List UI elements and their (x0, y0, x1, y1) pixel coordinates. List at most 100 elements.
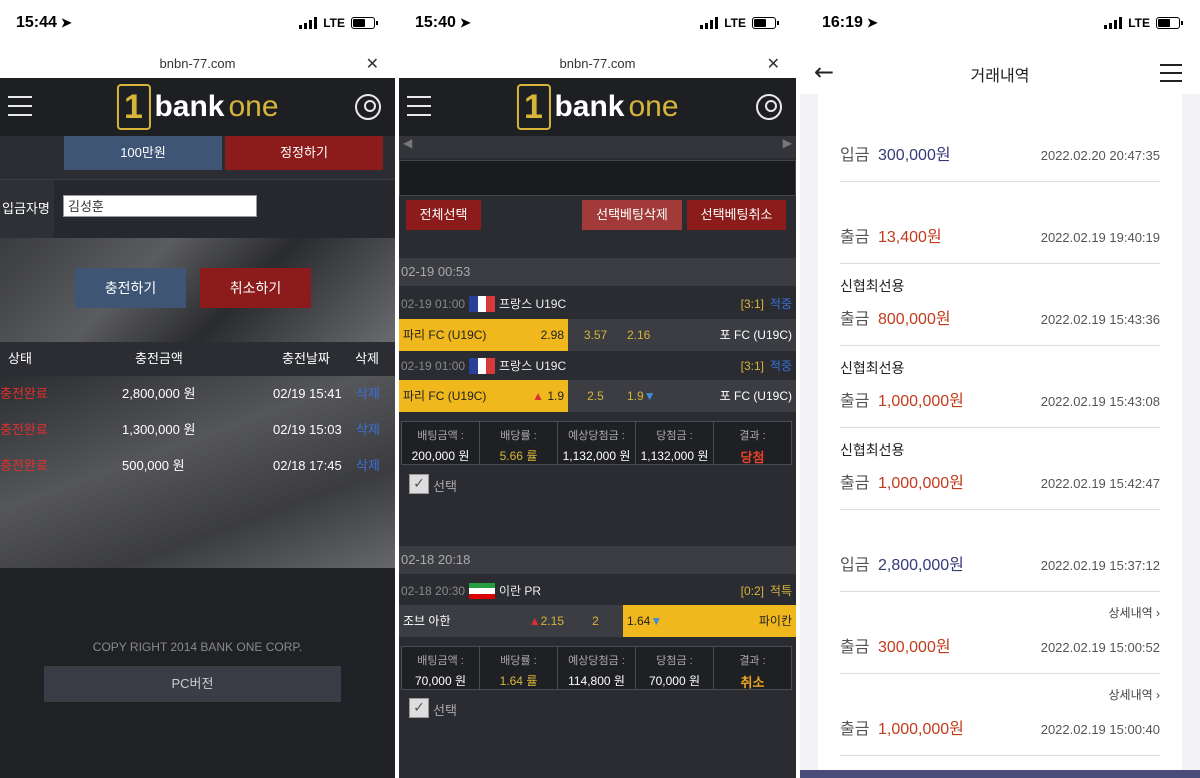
battery-icon (351, 17, 378, 29)
tab-prev-icon[interactable]: ◀ (403, 136, 412, 150)
depositor-label: 입금자명 (0, 180, 54, 238)
row-amount: 500,000 원 (122, 458, 185, 473)
tx-amount: 1,000,000원 (878, 393, 964, 410)
close-icon[interactable]: ✕ (366, 50, 379, 78)
site-footer: COPY RIGHT 2014 BANK ONE CORP. PC버전 (0, 568, 395, 778)
slip-summary: 배팅금액 :70,000 원 배당률 :1.64 률 예상당첨금 :114,80… (401, 646, 792, 690)
home-pick[interactable]: 파리 FC (U19C) ▲ 1.9 (399, 380, 568, 412)
select-checkbox[interactable]: ✓ (409, 474, 429, 494)
cancel-button[interactable]: 취소하기 (200, 268, 311, 308)
match-time: 02-19 01:00 (401, 297, 466, 311)
arrow-up-icon: ▲ (528, 614, 541, 628)
charge-button[interactable]: 충전하기 (75, 268, 186, 308)
bankone-logo[interactable]: 1 bank one (116, 84, 279, 130)
list-item[interactable]: 신협최선용 출금 1,000,000원 2022.02.19 15:43:08 (840, 346, 1160, 428)
list-item[interactable]: 신협최선용 출금 800,000원 2022.02.19 15:43:36 (840, 264, 1160, 346)
tx-type: 출금 (840, 229, 870, 246)
category-tabs: ◀ ▶ (399, 136, 796, 158)
expected-payout: 1,132,000 원 (562, 449, 631, 463)
draw-odds[interactable]: 2 (568, 605, 623, 637)
header-amount: 충전금액 (135, 351, 183, 366)
list-item[interactable]: 입금 300,000원 2022.02.20 20:47:35 (840, 100, 1160, 182)
logo-bank-text: bank (154, 90, 225, 123)
logo-one-text: one (628, 90, 679, 123)
bet-list: ◀ ▶ 전체선택 선택베팅삭제 선택베팅취소 02-19 00:53 02-19… (399, 136, 796, 778)
menu-icon[interactable] (407, 96, 431, 116)
charge-form: 100만원 정정하기 입금자명 김성훈 충전하기 취소하기 상태 충전금액 충전… (0, 136, 395, 778)
home-pick[interactable]: 파리 FC (U19C) 2.98 (399, 319, 568, 351)
url-bar[interactable]: bnbn-77.com ✕ (399, 50, 796, 78)
match-time: 02-19 01:00 (401, 359, 466, 373)
select-checkbox[interactable]: ✓ (409, 698, 429, 718)
slip-date: 02-19 00:53 (399, 258, 796, 286)
url-bar[interactable]: bnbn-77.com ✕ (0, 50, 395, 78)
close-icon[interactable]: ✕ (767, 50, 780, 78)
tx-amount: 1,000,000원 (878, 475, 964, 492)
select-all-button[interactable]: 전체선택 (406, 200, 481, 230)
row-amount: 1,300,000 원 (122, 422, 196, 437)
row-date: 02/19 15:41 (273, 386, 342, 401)
menu-icon[interactable] (8, 96, 32, 116)
pc-version-button[interactable]: PC버전 (44, 666, 341, 702)
list-item[interactable]: 상세내역 › 출금 300,000원 2022.02.19 15:00:52 (840, 592, 1160, 674)
tx-detail-link[interactable]: 상세내역 › (1109, 604, 1161, 621)
tx-type: 출금 (840, 475, 870, 492)
empty-bar (399, 160, 796, 196)
match-time: 02-18 20:30 (401, 584, 466, 598)
draw-odds[interactable]: 2.5 (568, 380, 623, 412)
header-status: 상태 (8, 351, 32, 366)
match-score: [3:1] (740, 297, 764, 311)
cancel-selected-button[interactable]: 선택베팅취소 (687, 200, 786, 230)
row-delete-link[interactable]: 삭제 (356, 448, 380, 484)
won-amount: 1,132,000 원 (640, 449, 709, 463)
row-delete-link[interactable]: 삭제 (356, 376, 380, 412)
signal-icon (700, 17, 719, 29)
tx-type: 출금 (840, 721, 870, 738)
correct-button[interactable]: 정정하기 (225, 136, 383, 170)
tx-amount: 800,000원 (878, 311, 951, 328)
delete-selected-button[interactable]: 선택베팅삭제 (582, 200, 682, 230)
history-table-body: 충전완료 2,800,000 원 02/19 15:41 삭제 충전완료 1,3… (0, 376, 395, 568)
list-item[interactable]: 출금 13,400원 2022.02.19 19:40:19 (840, 182, 1160, 264)
selection-actions: 전체선택 선택베팅삭제 선택베팅취소 (399, 200, 796, 232)
tx-type: 입금 (840, 147, 870, 164)
list-item[interactable]: 입금 2,800,000원 2022.02.19 15:37:12 (840, 510, 1160, 592)
total-odds: 5.66 률 (499, 449, 538, 463)
away-pick[interactable]: 1.9▼ 포 FC (U19C) (623, 380, 796, 412)
tx-amount: 300,000원 (878, 147, 951, 164)
row-delete-link[interactable]: 삭제 (356, 412, 380, 448)
row-amount: 2,800,000 원 (122, 386, 196, 401)
list-item[interactable]: 상세내역 › 출금 1,000,000원 2022.02.19 15:00:40 (840, 674, 1160, 756)
match-league: 프랑스 U19C (499, 359, 567, 373)
home-pick[interactable]: 조브 아한 ▲2.15 (399, 605, 568, 637)
row-status: 충전완료 (0, 386, 48, 401)
away-odds: 2.16 (627, 328, 651, 342)
expected-cell: 예상당첨금 :1,132,000 원 (558, 422, 636, 464)
match-header: 02-19 01:00 프랑스 U19C [3:1] 적중 (399, 290, 796, 318)
network-label: LTE (1128, 16, 1150, 30)
status-time: 16:19 ➤ (822, 14, 878, 31)
won-cell: 당첨금 :70,000 원 (636, 647, 714, 689)
france-flag-icon (469, 296, 496, 312)
user-icon[interactable] (756, 94, 782, 120)
tx-amount: 300,000원 (878, 639, 951, 656)
user-icon[interactable] (355, 94, 381, 120)
site-header: 1 bank one (399, 78, 796, 136)
page-title: 거래내역 (970, 68, 1030, 85)
away-pick[interactable]: 2.16 포 FC (U19C) (623, 319, 796, 351)
bankone-logo[interactable]: 1 bank one (516, 84, 679, 130)
tx-detail-link[interactable]: 상세내역 › (1109, 686, 1161, 703)
match-score: [3:1] (740, 359, 764, 373)
slip-result: 취소 (740, 675, 765, 690)
tx-date: 2022.02.19 15:43:36 (1040, 312, 1160, 327)
amount-100man-button[interactable]: 100만원 (64, 136, 222, 170)
tab-next-icon[interactable]: ▶ (783, 136, 792, 150)
logo-one-text: one (228, 90, 279, 123)
menu-icon[interactable] (1160, 64, 1182, 82)
odds-row: 파리 FC (U19C) 2.98 3.57 2.16 포 FC (U19C) (399, 319, 796, 351)
draw-odds[interactable]: 3.57 (568, 319, 623, 351)
depositor-input[interactable]: 김성훈 (63, 195, 257, 217)
iran-flag-icon (469, 583, 495, 599)
list-item[interactable]: 신협최선용 출금 1,000,000원 2022.02.19 15:42:47 (840, 428, 1160, 510)
away-pick[interactable]: 1.64▼ 파이칸 (623, 605, 796, 637)
